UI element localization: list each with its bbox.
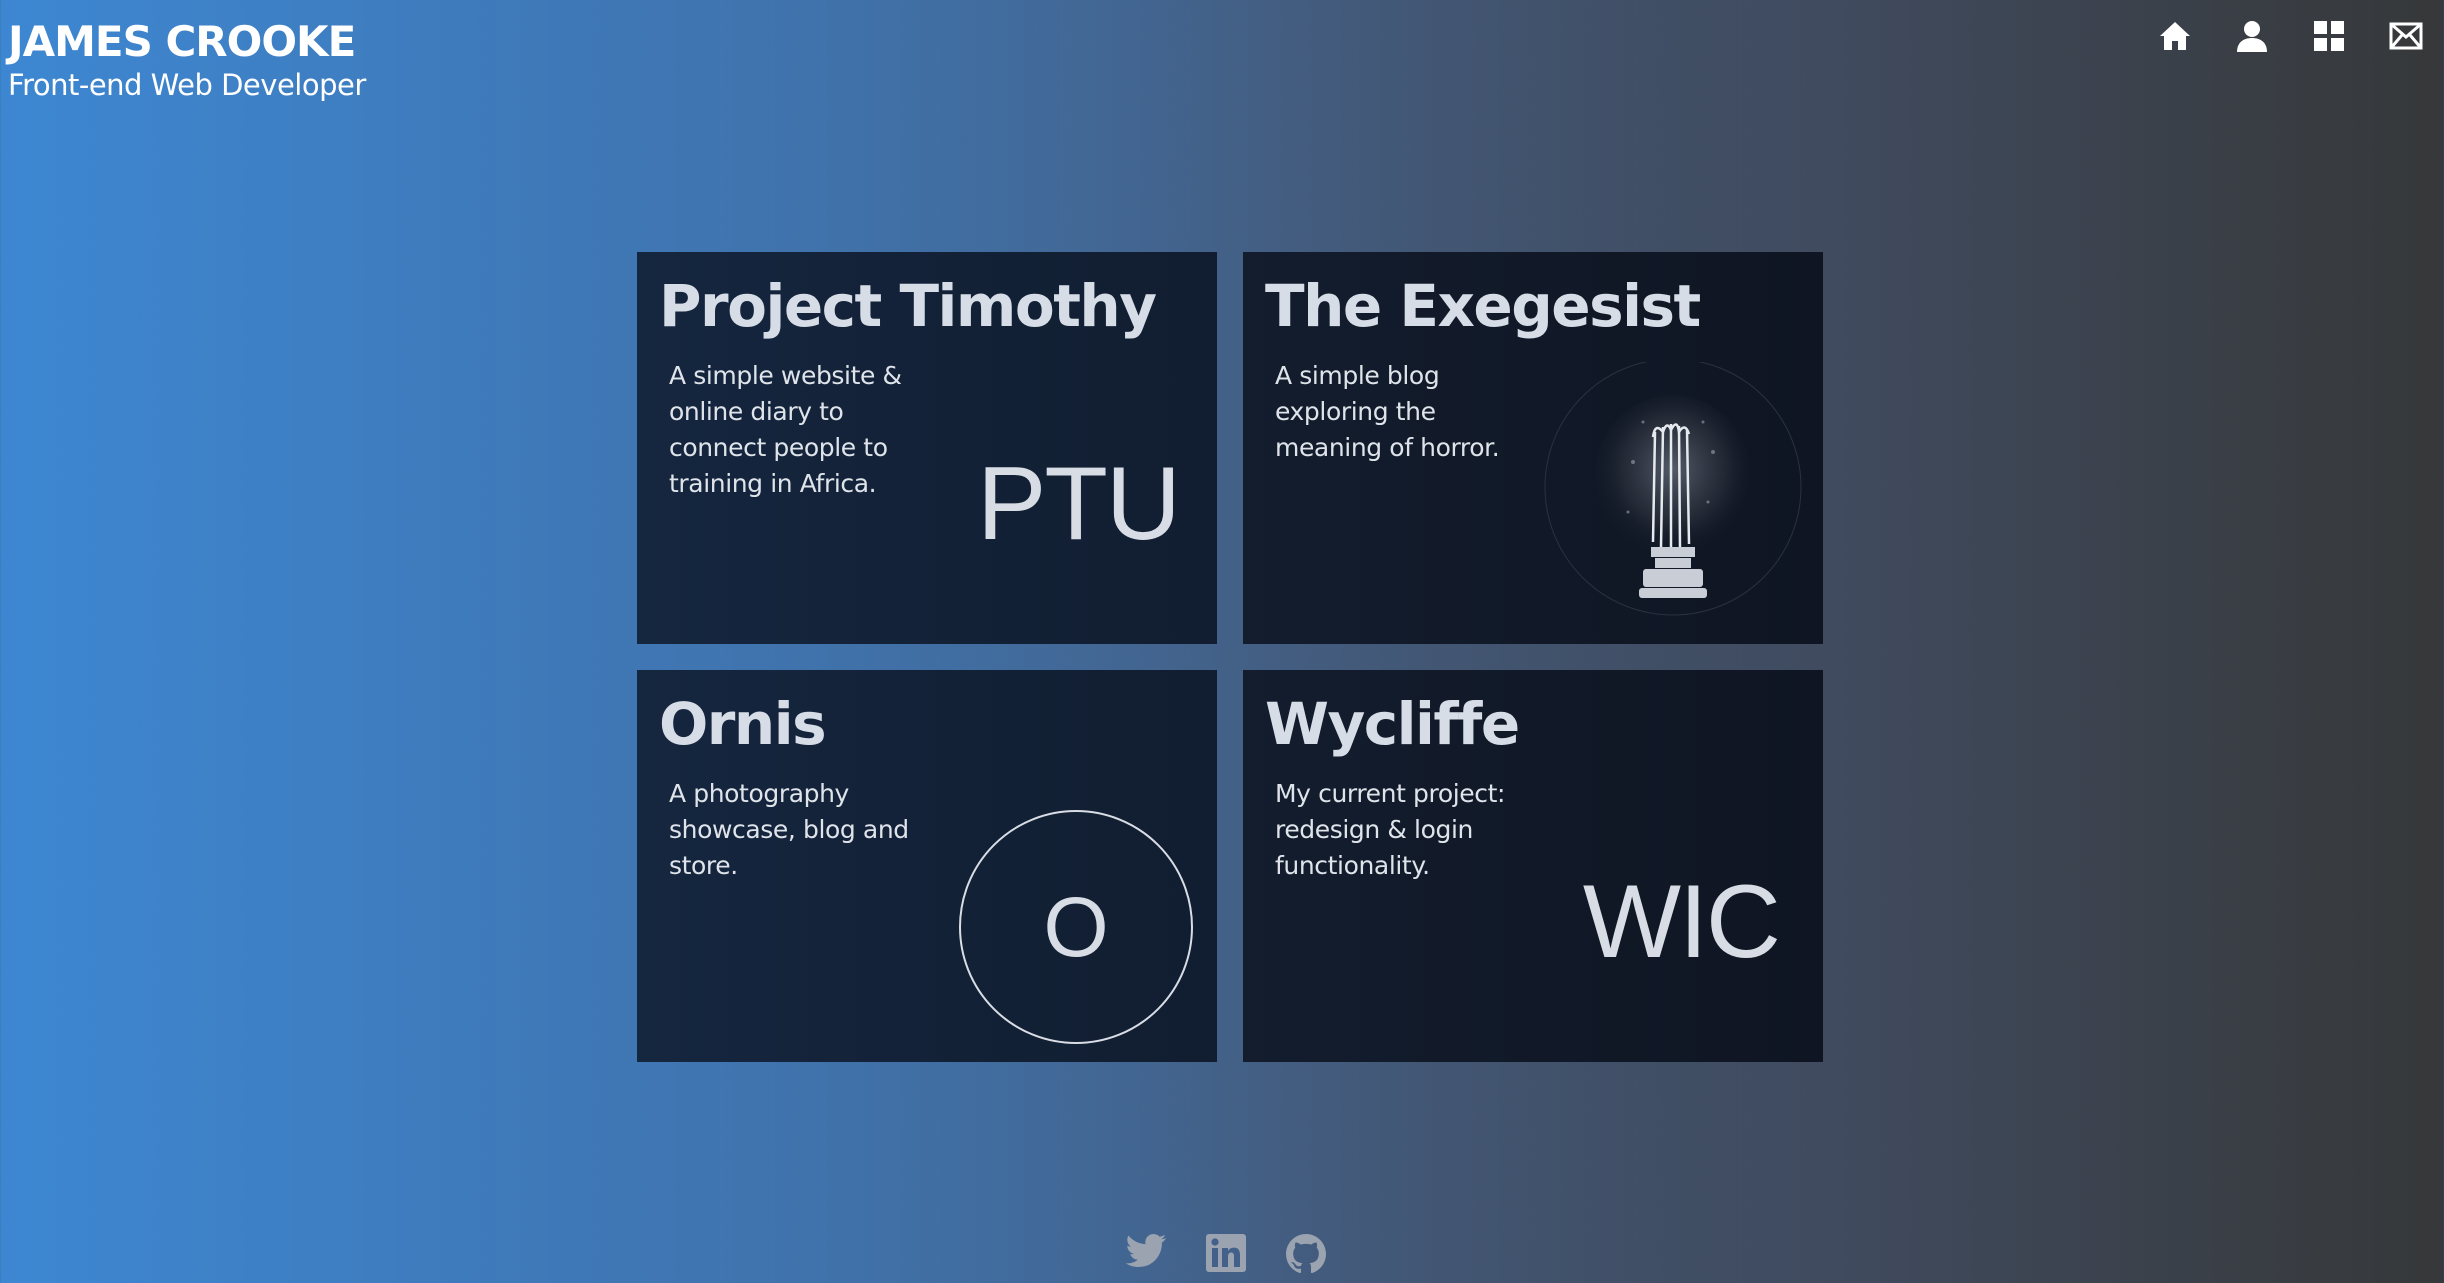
site-role: Front-end Web Developer <box>8 68 366 102</box>
nav-about-button[interactable] <box>2213 10 2290 62</box>
project-grid: Project Timothy A simple website & onlin… <box>637 252 1823 1063</box>
project-title: Wycliffe <box>1265 690 1520 758</box>
project-title: Ornis <box>659 690 827 758</box>
project-description: A simple blog exploring the meaning of h… <box>1275 361 1500 462</box>
project-card-ornis[interactable]: Ornis A photography showcase, blog and s… <box>637 670 1217 1062</box>
nav-contact-button[interactable] <box>2367 10 2444 62</box>
project-logo-text: WIC <box>1582 864 1781 980</box>
project-card-exegesist[interactable]: The Exegesist A simple blog exploring th… <box>1243 252 1823 644</box>
site-header: JAMES CROOKE Front-end Web Developer <box>8 16 366 102</box>
project-title: Project Timothy <box>659 272 1157 340</box>
project-logo-text: PTU <box>977 446 1181 562</box>
project-logo: O <box>959 810 1193 1044</box>
project-card-wycliffe[interactable]: Wycliffe My current project: redesign & … <box>1243 670 1823 1062</box>
project-description: A simple website & online diary to conne… <box>669 361 902 498</box>
twitter-icon <box>1126 1234 1166 1267</box>
social-links <box>1118 1234 1334 1283</box>
github-icon <box>1286 1234 1326 1274</box>
home-icon <box>2159 22 2190 50</box>
nav-home-button[interactable] <box>2136 10 2213 62</box>
user-icon <box>2236 21 2267 52</box>
site-name[interactable]: JAMES CROOKE <box>8 16 366 68</box>
nav-portfolio-button[interactable] <box>2290 10 2367 62</box>
project-logo-text: O <box>1043 880 1109 974</box>
project-title: The Exegesist <box>1265 272 1701 340</box>
project-description: A photography showcase, blog and store. <box>669 779 909 880</box>
mail-icon <box>2389 22 2422 50</box>
project-description: My current project: redesign & login fun… <box>1275 779 1506 880</box>
twitter-link[interactable] <box>1118 1234 1174 1283</box>
project-card-timothy[interactable]: Project Timothy A simple website & onlin… <box>637 252 1217 644</box>
lightbulb-icon <box>1544 362 1802 616</box>
github-link[interactable] <box>1278 1234 1334 1283</box>
grid-icon <box>2313 21 2344 51</box>
linkedin-link[interactable] <box>1198 1234 1254 1283</box>
linkedin-icon <box>1206 1234 1246 1272</box>
top-navigation <box>2136 10 2444 62</box>
